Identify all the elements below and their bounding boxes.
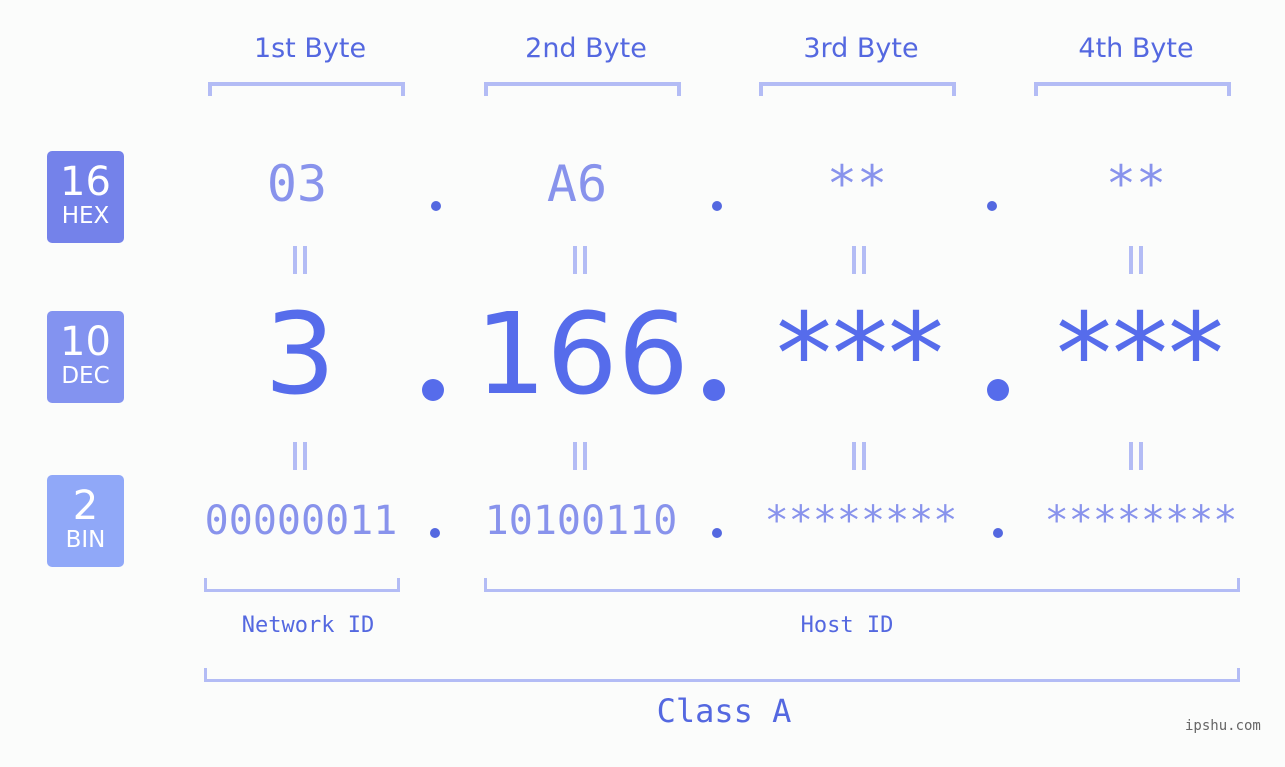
hex-byte-3: **	[826, 155, 888, 213]
hex-separator-dot	[712, 201, 722, 211]
network-id-label: Network ID	[241, 613, 375, 638]
byte-header-1: 1st Byte	[253, 33, 367, 64]
equals-icon	[852, 442, 866, 470]
bin-separator-dot	[430, 528, 440, 538]
equals-icon	[573, 246, 587, 274]
host-id-bracket	[484, 578, 1240, 592]
bin-byte-2: 10100110	[484, 498, 678, 544]
byte-header-4: 4th Byte	[1078, 33, 1194, 64]
hex-separator-dot	[987, 201, 997, 211]
dec-separator-dot	[422, 379, 444, 401]
bin-byte-3: ********	[764, 498, 958, 544]
dec-byte-3: ***	[776, 290, 944, 420]
dec-badge-label: DEC	[61, 363, 110, 389]
bin-separator-dot	[993, 528, 1003, 538]
dec-byte-2: 166	[475, 290, 689, 420]
bin-badge: 2 BIN	[47, 475, 124, 567]
dec-badge-number: 10	[60, 319, 111, 365]
dec-separator-dot	[703, 379, 725, 401]
byte-bracket-1	[208, 82, 405, 96]
equals-icon	[573, 442, 587, 470]
bin-byte-4: ********	[1044, 498, 1238, 544]
hex-byte-4: **	[1105, 155, 1167, 213]
byte-bracket-4	[1034, 82, 1231, 96]
host-id-label: Host ID	[800, 613, 894, 638]
hex-byte-2: A6	[546, 155, 608, 213]
equals-icon	[293, 246, 307, 274]
dec-byte-4: ***	[1056, 290, 1224, 420]
dec-badge: 10 DEC	[47, 311, 124, 403]
watermark: ipshu.com	[1185, 718, 1261, 734]
equals-icon	[293, 442, 307, 470]
network-id-bracket	[204, 578, 400, 592]
byte-bracket-3	[759, 82, 956, 96]
class-label: Class A	[656, 692, 792, 730]
bin-badge-number: 2	[72, 483, 99, 529]
dec-byte-1: 3	[264, 290, 336, 420]
hex-byte-1: 03	[266, 155, 328, 213]
hex-badge-label: HEX	[61, 203, 110, 229]
hex-badge: 16 HEX	[47, 151, 124, 243]
bin-byte-1: 00000011	[204, 498, 398, 544]
equals-icon	[1129, 246, 1143, 274]
hex-separator-dot	[431, 201, 441, 211]
byte-header-3: 3rd Byte	[803, 33, 919, 64]
dec-separator-dot	[987, 379, 1009, 401]
byte-header-2: 2nd Byte	[525, 33, 647, 64]
hex-badge-number: 16	[60, 159, 111, 205]
bin-separator-dot	[712, 528, 722, 538]
equals-icon	[852, 246, 866, 274]
equals-icon	[1129, 442, 1143, 470]
class-bracket	[204, 668, 1240, 682]
bin-badge-label: BIN	[65, 527, 106, 553]
byte-bracket-2	[484, 82, 681, 96]
